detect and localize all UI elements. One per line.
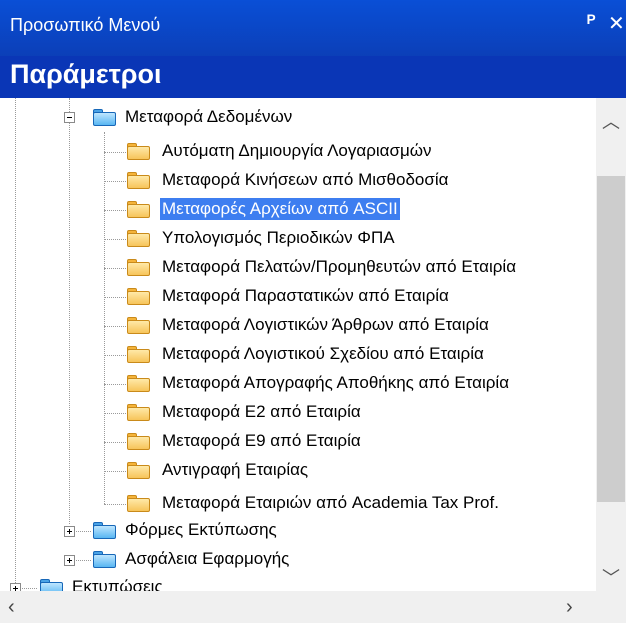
tree-item-label[interactable]: Μεταφορά Κινήσεων από Μισθοδοσία xyxy=(160,169,450,191)
expand-toggle[interactable] xyxy=(64,526,75,537)
folder-icon xyxy=(127,288,151,306)
tree-connector xyxy=(104,442,126,443)
tree-item-label[interactable]: Αυτόματη Δημιουργία Λογαριασμών xyxy=(160,140,434,162)
tree-connector xyxy=(104,181,126,182)
tree-connector xyxy=(104,413,126,414)
tree-guide-line xyxy=(15,98,16,591)
tree-connector xyxy=(104,504,126,505)
vertical-scrollbar[interactable]: ︿ ﹀ xyxy=(596,98,626,591)
chevron-right-icon[interactable]: › xyxy=(566,596,573,619)
window-title: Προσωπικό Μενού xyxy=(10,15,161,35)
tree-item-label[interactable]: Μεταφορά Δεδομένων xyxy=(123,106,294,128)
chevron-left-icon[interactable]: ‹ xyxy=(8,596,15,619)
folder-icon xyxy=(127,404,151,422)
tree-item-label[interactable]: Μεταφορά Παραστατικών από Εταιρία xyxy=(160,285,451,307)
pin-icon[interactable]: ᴾ xyxy=(587,12,595,35)
folder-icon xyxy=(127,317,151,335)
tree-item-label[interactable]: Μεταφορά Πελατών/Προμηθευτών από Εταιρία xyxy=(160,256,518,278)
scrollbar-thumb[interactable] xyxy=(597,176,625,502)
folder-icon xyxy=(93,522,117,540)
scrollbar-corner xyxy=(596,591,626,623)
folder-icon xyxy=(127,495,151,513)
tree-item-label[interactable]: Μεταφορά Απογραφής Αποθήκης από Εταιρία xyxy=(160,372,511,394)
tree-item-label[interactable]: Μεταφορά Λογιστικών Άρθρων από Εταιρία xyxy=(160,314,491,336)
tree-connector xyxy=(104,152,126,153)
tree-connector xyxy=(104,384,126,385)
tree-item-label[interactable]: Αντιγραφή Εταιρίας xyxy=(160,459,310,481)
chevron-up-icon[interactable]: ︿ xyxy=(596,108,626,134)
tree-connector xyxy=(104,471,126,472)
section-title: Παράμετροι xyxy=(10,59,162,89)
tree-view[interactable]: Μεταφορά Δεδομένων Αυτόματη Δημιουργία Λ… xyxy=(0,98,596,591)
collapse-toggle[interactable] xyxy=(64,112,75,123)
tree-item-label[interactable]: Υπολογισμός Περιοδικών ΦΠΑ xyxy=(160,227,397,249)
tree-connector xyxy=(104,268,126,269)
tree-item-label[interactable]: Μεταφορά Λογιστικού Σχεδίου από Εταιρία xyxy=(160,343,486,365)
chevron-down-icon[interactable]: ﹀ xyxy=(596,564,626,590)
close-icon[interactable]: ✕ xyxy=(608,11,625,36)
tree-item-label-selected[interactable]: Μεταφορές Αρχείων από ASCII xyxy=(160,198,400,220)
folder-icon xyxy=(127,375,151,393)
tree-connector xyxy=(104,326,126,327)
tree-connector xyxy=(104,355,126,356)
tree-guide-line xyxy=(69,98,70,524)
tree-item-label[interactable]: Μεταφορά Ε9 από Εταιρία xyxy=(160,430,363,452)
tree-item-label[interactable]: Μεταφορά Ε2 από Εταιρία xyxy=(160,401,363,423)
tree-item-label[interactable]: Φόρμες Εκτύπωσης xyxy=(123,519,279,541)
tree-panel: Μεταφορά Δεδομένων Αυτόματη Δημιουργία Λ… xyxy=(0,98,626,623)
folder-icon xyxy=(127,259,151,277)
folder-open-icon xyxy=(93,109,117,127)
panel-titlebar: Προσωπικό Μενού ᴾ ✕ xyxy=(0,0,626,56)
folder-icon xyxy=(127,462,151,480)
tree-connector xyxy=(104,297,126,298)
tree-item-label[interactable]: Μεταφορά Εταιριών από Academia Tax Prof. xyxy=(160,492,501,514)
folder-icon xyxy=(127,172,151,190)
tree-guide-line xyxy=(104,132,105,504)
tree-item-label[interactable]: Ασφάλεια Εφαρμογής xyxy=(123,548,291,570)
section-header: Παράμετροι xyxy=(0,56,626,98)
folder-icon xyxy=(127,230,151,248)
folder-icon xyxy=(127,143,151,161)
tree-connector xyxy=(104,210,126,211)
folder-icon xyxy=(127,433,151,451)
horizontal-scrollbar[interactable]: ‹ › xyxy=(0,591,596,623)
folder-icon xyxy=(40,579,64,591)
tree-item-label[interactable]: Εκτυπώσεις xyxy=(70,576,165,591)
tree-connector xyxy=(104,239,126,240)
folder-icon xyxy=(93,551,117,569)
folder-icon xyxy=(127,346,151,364)
expand-toggle[interactable] xyxy=(64,555,75,566)
folder-icon xyxy=(127,201,151,219)
expand-toggle[interactable] xyxy=(10,583,21,591)
